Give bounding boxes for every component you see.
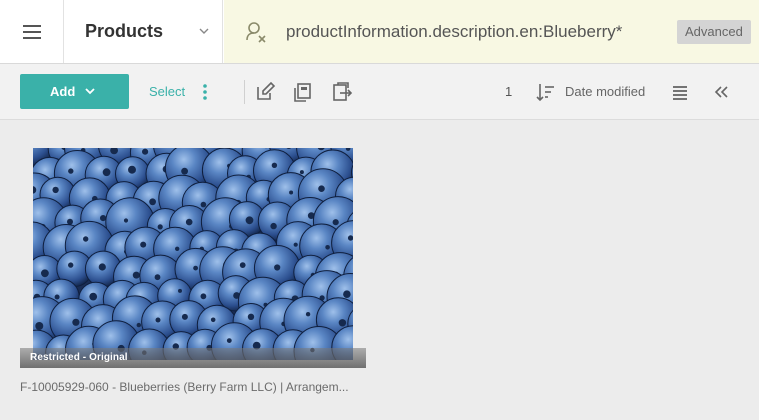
top-header: Products Advanced [0, 0, 759, 64]
blueberries-picture [33, 148, 353, 360]
advanced-search-button[interactable]: Advanced [677, 20, 751, 44]
chevron-down-icon [199, 28, 209, 34]
section-title: Products [85, 21, 164, 41]
sort-icon[interactable] [534, 80, 558, 104]
status-label: Restricted - Original [30, 352, 128, 363]
export-icon[interactable] [330, 80, 354, 104]
search-user-clear-icon[interactable] [244, 20, 268, 44]
list-view-icon[interactable] [668, 80, 692, 104]
collapse-panel-icon[interactable] [710, 80, 734, 104]
add-button-label: Add [50, 84, 76, 99]
select-button[interactable]: Select [149, 84, 185, 99]
sort-dropdown[interactable]: Date modified [565, 84, 645, 99]
hamburger-menu-icon [22, 24, 41, 39]
blueberries-image [33, 148, 353, 360]
more-options-icon[interactable] [198, 80, 212, 104]
section-dropdown[interactable]: Products [64, 0, 223, 63]
asset-card[interactable]: Restricted - Original F-10005929-060 - B… [20, 140, 366, 400]
menu-button[interactable] [0, 0, 64, 63]
toolbar: Add Select 1 Date modified [0, 64, 759, 120]
result-count: 1 [505, 84, 513, 99]
toolbar-divider [244, 80, 245, 104]
status-bar: Restricted - Original [20, 348, 366, 368]
search-bar: Advanced [224, 0, 759, 63]
add-button[interactable]: Add [20, 74, 129, 109]
edit-icon[interactable] [253, 80, 277, 104]
search-input[interactable] [286, 18, 666, 46]
asset-caption[interactable]: F-10005929-060 - Blueberries (Berry Farm… [20, 380, 366, 394]
chevron-down-icon [85, 88, 95, 95]
asset-thumbnail[interactable]: Restricted - Original [20, 140, 366, 368]
copy-icon[interactable] [290, 80, 314, 104]
